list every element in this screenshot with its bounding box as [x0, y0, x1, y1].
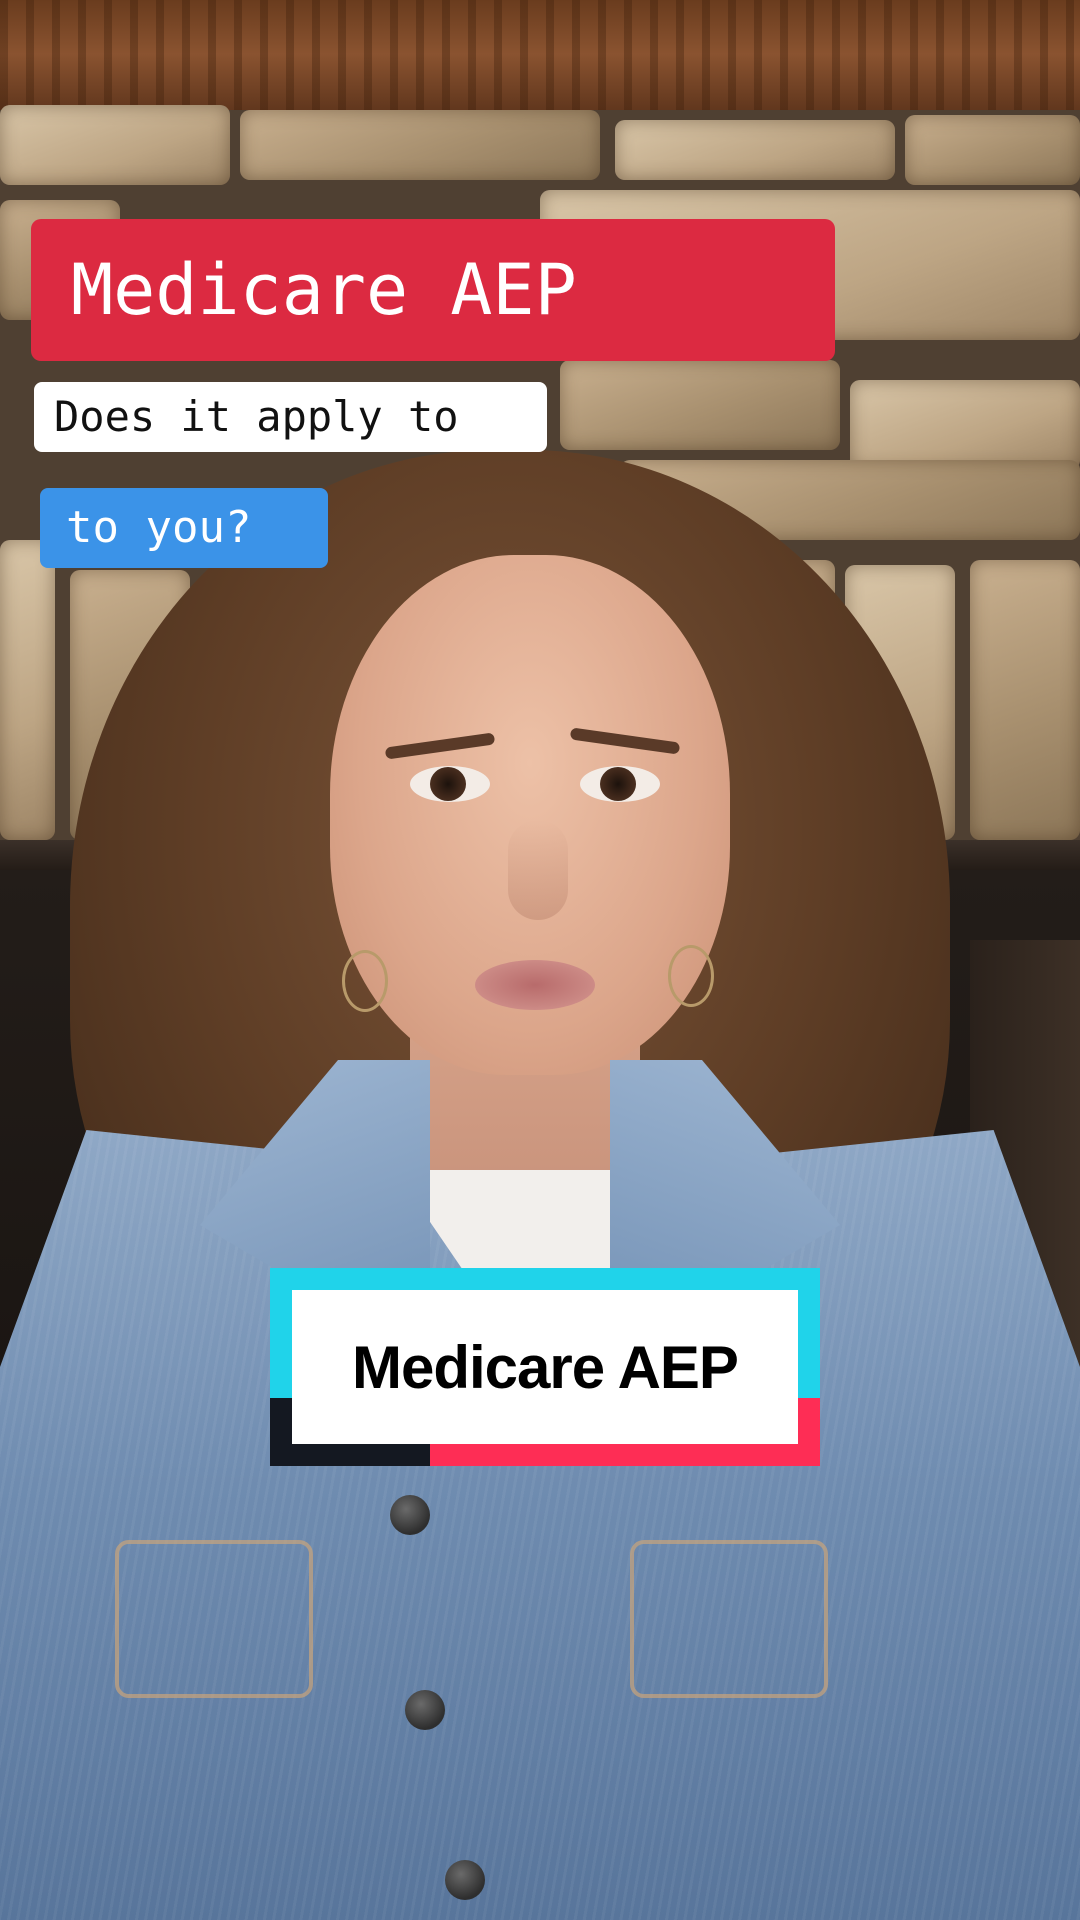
stone — [0, 105, 230, 185]
jacket-button — [405, 1690, 445, 1730]
right-earring — [668, 945, 714, 1007]
stone — [850, 380, 1080, 470]
jacket-button — [445, 1860, 485, 1900]
wood-beam — [0, 0, 1080, 120]
mouth — [475, 960, 595, 1010]
stone — [560, 360, 840, 450]
left-earring — [342, 950, 388, 1012]
stone — [970, 560, 1080, 840]
jacket-button — [390, 1495, 430, 1535]
stone — [615, 120, 895, 180]
jacket-pocket-right — [630, 1540, 828, 1698]
sticker-label: Medicare AEP — [292, 1290, 798, 1444]
stone — [905, 115, 1080, 185]
right-eye — [580, 766, 660, 802]
caption-title: Medicare AEP — [31, 219, 835, 361]
jacket-pocket-left — [115, 1540, 313, 1698]
left-eye — [410, 766, 490, 802]
caption-line-1: Does it apply to — [34, 382, 547, 452]
stone — [0, 540, 55, 840]
nose — [508, 820, 568, 920]
stone — [240, 110, 600, 180]
text-sticker[interactable]: Medicare AEP — [270, 1268, 820, 1466]
caption-line-2: to you? — [40, 488, 328, 568]
